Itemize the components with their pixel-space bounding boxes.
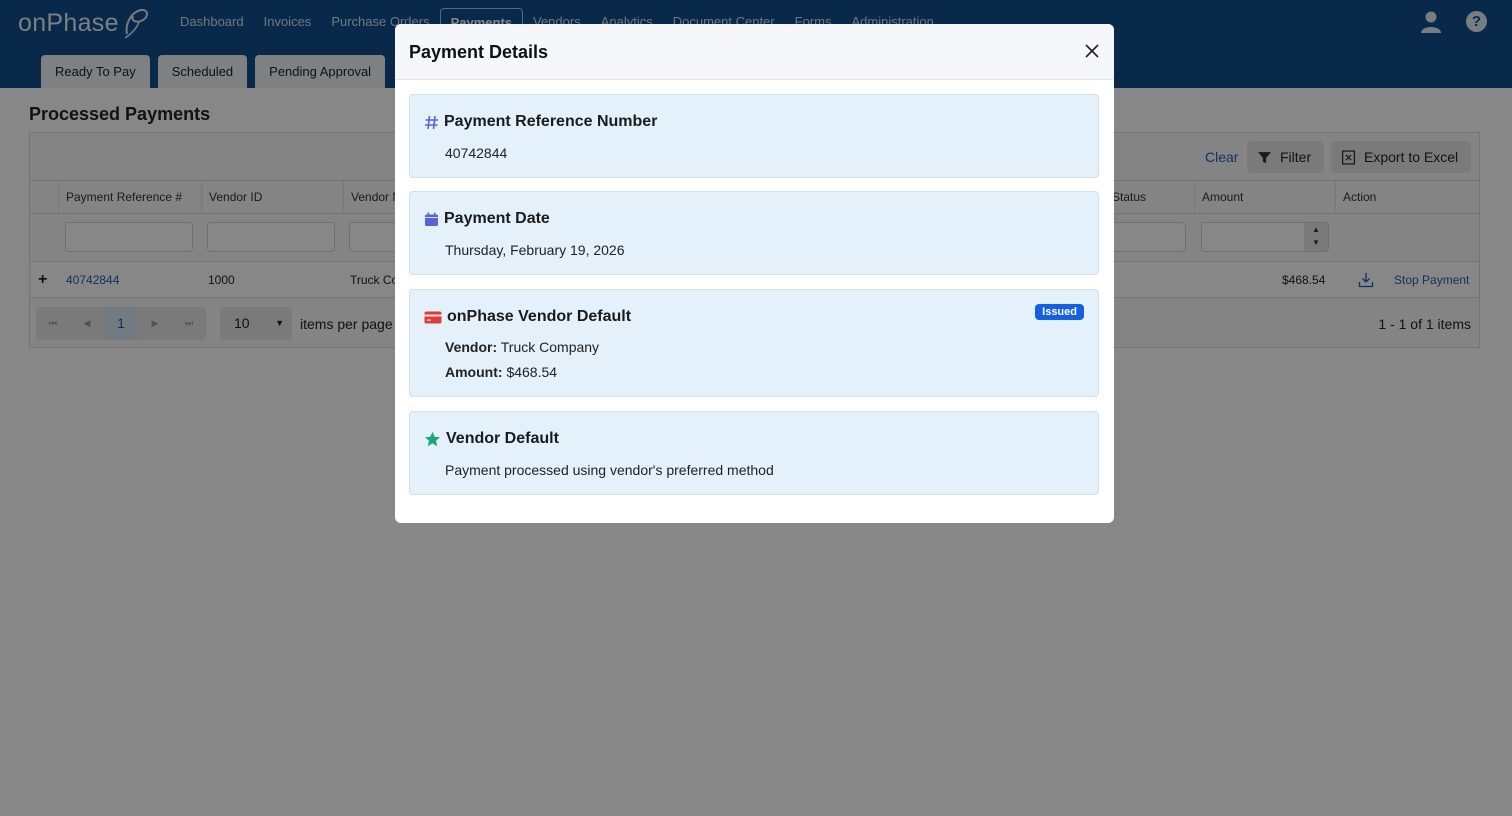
vendor-default-value: Payment processed using vendor's preferr… [445, 462, 774, 478]
vendor-default-card: Vendor Default Payment processed using v… [409, 411, 1099, 495]
date-title-text: Payment Date [444, 210, 550, 227]
amount-value: $468.54 [506, 364, 558, 380]
method-title-text: onPhase Vendor Default [447, 308, 632, 325]
payment-details-modal: Payment Details Payment Reference Number… [395, 24, 1114, 523]
method-card-title: onPhase Vendor Default [424, 308, 631, 326]
amount-label: Amount: [445, 364, 503, 380]
modal-title: Payment Details [409, 42, 549, 62]
reference-title-text: Payment Reference Number [444, 113, 658, 130]
vendor-default-title-text: Vendor Default [446, 430, 559, 447]
hash-icon [425, 115, 438, 129]
date-value: Thursday, February 19, 2026 [445, 242, 625, 258]
reference-card-title: Payment Reference Number [424, 113, 657, 131]
method-vendor-line: Vendor: Truck Company [445, 339, 599, 355]
reference-value: 40742844 [445, 145, 508, 161]
vendor-value: Truck Company [500, 339, 600, 355]
date-card-title: Payment Date [424, 210, 550, 228]
method-amount-line: Amount: $468.54 [445, 364, 557, 380]
vendor-default-card-title: Vendor Default [424, 430, 559, 448]
close-icon[interactable] [1084, 43, 1100, 59]
date-card: Payment Date Thursday, February 19, 2026 [409, 191, 1099, 275]
credit-card-icon [424, 311, 442, 323]
calendar-icon [425, 212, 438, 226]
payment-method-card: onPhase Vendor Default Issued Vendor: Tr… [409, 289, 1099, 397]
status-badge: Issued [1035, 304, 1084, 320]
star-icon [425, 431, 440, 446]
modal-header: Payment Details [395, 24, 1114, 80]
vendor-label: Vendor: [445, 339, 498, 355]
reference-card: Payment Reference Number 40742844 [409, 94, 1099, 178]
